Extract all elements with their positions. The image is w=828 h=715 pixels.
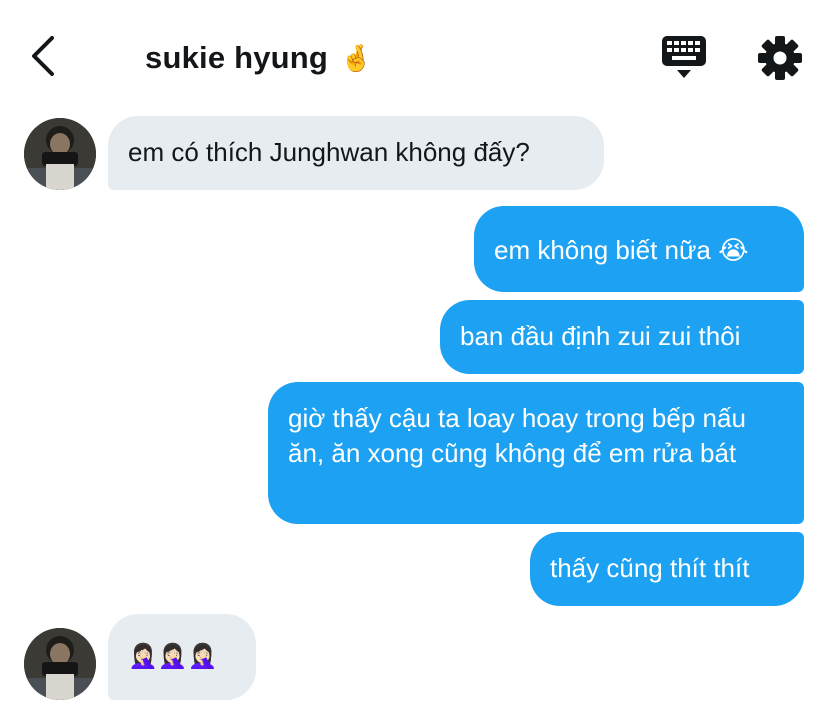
message-bubble-outgoing[interactable]: giờ thấy cậu ta loay hoay trong bếp nấu … (268, 382, 804, 524)
title-emoji: 🤞 (340, 42, 373, 73)
avatar-photo (24, 628, 96, 700)
conversation-title: sukie hyung 🤞 (145, 40, 373, 76)
message-bubble-outgoing[interactable]: em không biết nữa 😭 (474, 206, 804, 292)
back-button[interactable] (22, 32, 70, 80)
conversation-header: sukie hyung 🤞 (0, 0, 828, 110)
message-text: ban đầu định zui zui thôi (460, 321, 741, 351)
message-text: em không biết nữa 😭 (494, 235, 749, 265)
avatar[interactable] (24, 118, 96, 190)
message-text: giờ thấy cậu ta loay hoay trong bếp nấu … (288, 403, 746, 468)
message-bubble-incoming[interactable]: 🤦🏻‍♀️🤦🏻‍♀️🤦🏻‍♀️ (108, 614, 256, 700)
keyboard-icon (662, 36, 706, 78)
settings-button[interactable] (754, 32, 806, 84)
message-bubble-incoming[interactable]: em có thích Junghwan không đấy? (108, 116, 604, 190)
message-text: em có thích Junghwan không đấy? (128, 137, 530, 167)
message-bubble-outgoing[interactable]: thấy cũng thít thít (530, 532, 804, 606)
message-bubble-outgoing[interactable]: ban đầu định zui zui thôi (440, 300, 804, 374)
avatar[interactable] (24, 628, 96, 700)
keyboard-button[interactable] (660, 34, 708, 82)
gear-icon (758, 36, 802, 80)
contact-name: sukie hyung (145, 40, 329, 75)
chevron-left-icon (32, 36, 54, 76)
avatar-photo (24, 118, 96, 190)
message-text: 🤦🏻‍♀️🤦🏻‍♀️🤦🏻‍♀️ (128, 643, 218, 670)
message-text: thấy cũng thít thít (550, 553, 750, 583)
